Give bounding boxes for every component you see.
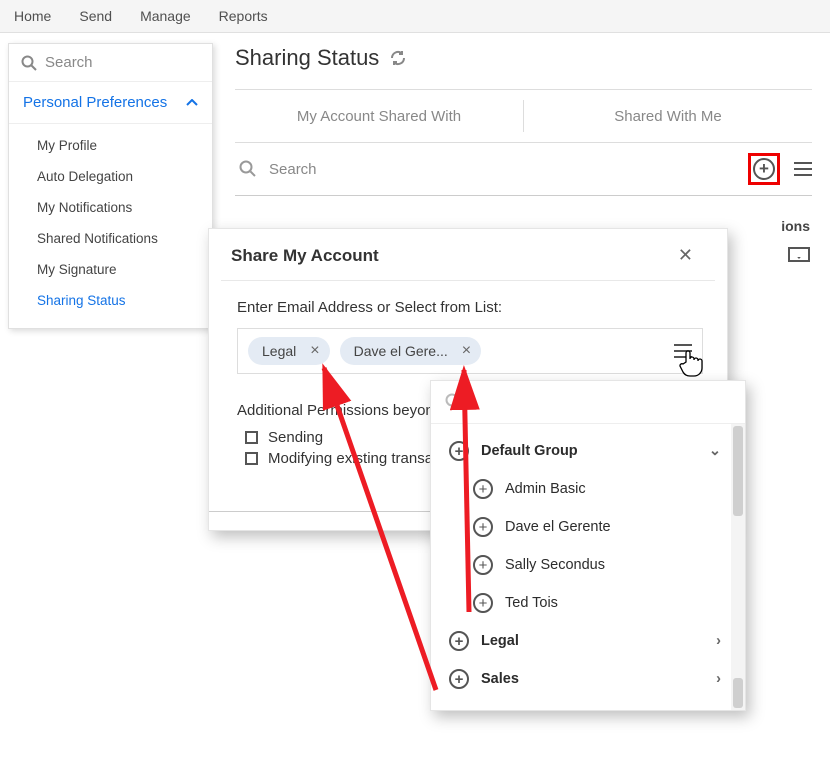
user-admin-basic[interactable]: + Admin Basic [445,470,725,508]
chip-remove-icon[interactable]: × [310,342,319,360]
add-icon[interactable]: + [473,555,493,575]
list-options-icon[interactable] [794,162,812,176]
add-icon[interactable]: + [473,479,493,499]
group-sales[interactable]: + Sales › [445,660,725,698]
user-group-picker: + Default Group ⌄ + Admin Basic + Dave e… [430,380,746,711]
email-list-label: Enter Email Address or Select from List: [237,299,703,316]
sidebar-item-my-signature[interactable]: My Signature [9,254,212,285]
sidebar-section-personal-preferences[interactable]: Personal Preferences [9,82,212,124]
recipient-chip-input[interactable]: Legal × Dave el Gere... × [237,328,703,374]
checkbox-icon[interactable] [245,431,258,444]
sidebar-item-sharing-status[interactable]: Sharing Status [9,285,212,316]
popover-list: + Default Group ⌄ + Admin Basic + Dave e… [431,424,731,710]
group-default[interactable]: + Default Group ⌄ [445,432,725,470]
chip-label: Legal [262,343,296,359]
group-legal[interactable]: + Legal › [445,622,725,660]
group-label: Legal [481,633,519,649]
nav-reports[interactable]: Reports [219,8,268,24]
chip-remove-icon[interactable]: × [462,342,471,360]
popover-search[interactable] [431,381,745,424]
sidebar: Search Personal Preferences My Profile A… [8,43,213,329]
add-share-highlight: + [748,153,780,185]
permissions-header-fragment: ions [781,218,810,234]
modal-title: Share My Account [231,246,379,266]
sidebar-items: My Profile Auto Delegation My Notificati… [9,124,212,328]
nav-send[interactable]: Send [79,8,112,24]
user-dave-el-gerente[interactable]: + Dave el Gerente [445,508,725,546]
search-icon [239,160,257,178]
add-icon[interactable]: + [449,441,469,461]
tab-shared-with-me[interactable]: Shared With Me [524,90,812,142]
refresh-icon[interactable] [389,49,407,67]
sidebar-search[interactable]: Search [9,44,212,82]
chevron-right-icon[interactable]: › [716,633,721,649]
group-label: Default Group [481,443,578,459]
page-title-row: Sharing Status [235,45,812,89]
scroll-thumb[interactable] [733,426,743,516]
sidebar-item-my-profile[interactable]: My Profile [9,130,212,161]
content-search-input[interactable]: Search [235,160,734,178]
content-search-placeholder: Search [269,161,317,178]
sidebar-item-auto-delegation[interactable]: Auto Delegation [9,161,212,192]
add-icon[interactable]: + [473,593,493,613]
chip-label: Dave el Gere... [354,343,448,359]
close-icon[interactable]: ✕ [678,245,693,266]
user-sally-secondus[interactable]: + Sally Secondus [445,546,725,584]
sidebar-search-placeholder: Search [45,54,93,71]
envelope-icon [788,247,810,262]
recipient-picker-icon[interactable] [674,344,692,358]
tabs: My Account Shared With Shared With Me [235,90,812,142]
user-label: Sally Secondus [505,557,605,573]
page-title: Sharing Status [235,45,379,71]
user-label: Dave el Gerente [505,519,611,535]
chevron-right-icon[interactable]: › [716,671,721,687]
perm-modify-label: Modifying existing transacti [268,450,448,467]
add-share-button[interactable]: + [753,158,775,180]
add-icon[interactable]: + [449,669,469,689]
sidebar-item-shared-notifications[interactable]: Shared Notifications [9,223,212,254]
add-icon[interactable]: + [473,517,493,537]
checkbox-icon[interactable] [245,452,258,465]
scroll-thumb[interactable] [733,678,743,708]
search-icon [445,393,463,411]
search-icon [21,55,37,71]
add-icon[interactable]: + [449,631,469,651]
perm-sending-label: Sending [268,429,323,446]
chip-dave[interactable]: Dave el Gere... × [340,337,482,365]
user-ted-tois[interactable]: + Ted Tois [445,584,725,622]
content-search-row: Search + [235,143,812,196]
nav-manage[interactable]: Manage [140,8,191,24]
chip-legal[interactable]: Legal × [248,337,330,365]
top-nav: Home Send Manage Reports [0,0,830,33]
popover-scrollbar[interactable] [731,424,745,710]
chevron-up-icon [186,99,198,107]
user-label: Admin Basic [505,481,586,497]
chevron-down-icon[interactable]: ⌄ [709,443,721,459]
background-fragment: ions [781,218,810,265]
user-label: Ted Tois [505,595,558,611]
tab-shared-with[interactable]: My Account Shared With [235,90,523,142]
sidebar-section-label: Personal Preferences [23,94,167,111]
group-label: Sales [481,671,519,687]
sidebar-item-my-notifications[interactable]: My Notifications [9,192,212,223]
nav-home[interactable]: Home [14,8,51,24]
